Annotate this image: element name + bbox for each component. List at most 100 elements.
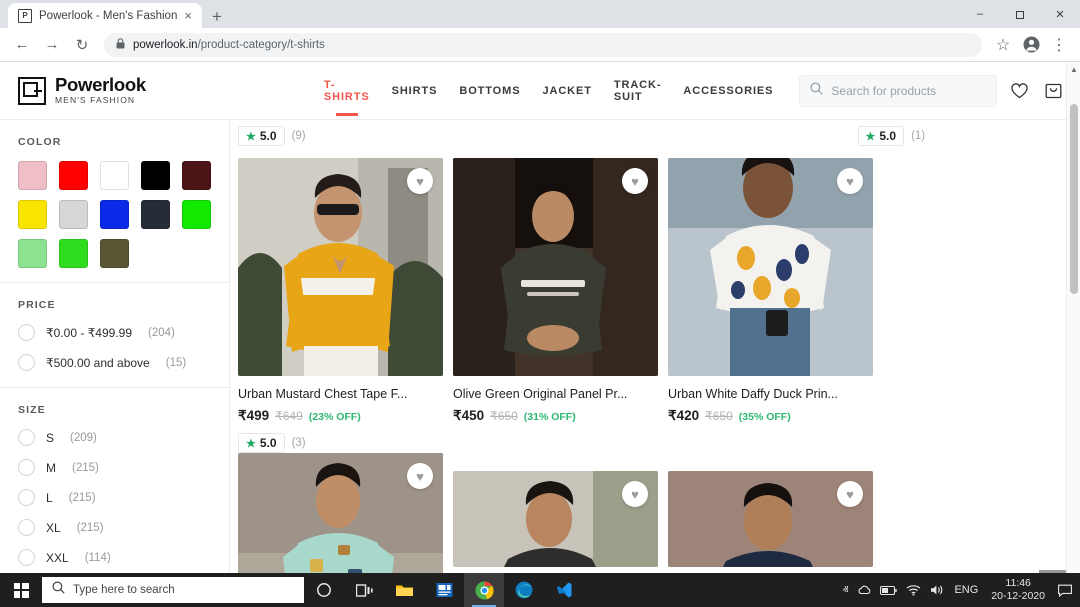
action-center-icon[interactable] — [1058, 584, 1072, 597]
product-card[interactable]: ♥ Urban Mustard Chest Tape F... ₹499 ₹64… — [238, 158, 443, 453]
rating-score: 5.0 — [259, 436, 277, 450]
start-button[interactable] — [0, 573, 42, 607]
product-price: ₹499 — [238, 408, 270, 423]
product-card[interactable]: ♥ Urban White Daffy Duck Prin... ₹420 ₹6… — [668, 158, 873, 453]
wishlist-heart-icon[interactable]: ♥ — [837, 168, 863, 194]
wishlist-heart-icon[interactable] — [1007, 76, 1031, 106]
wishlist-heart-icon[interactable]: ♥ — [622, 168, 648, 194]
product-title[interactable]: Olive Green Original Panel Pr... — [453, 387, 658, 401]
address-bar[interactable]: powerlook.in/product-category/t-shirts — [104, 32, 982, 57]
wishlist-heart-icon[interactable]: ♥ — [622, 481, 648, 507]
close-icon[interactable]: × — [184, 9, 192, 22]
rating-count: (9) — [291, 130, 306, 142]
taskbar-app-file-explorer[interactable] — [384, 573, 424, 607]
taskbar-app-task-view[interactable] — [344, 573, 384, 607]
forward-icon[interactable]: → — [38, 31, 66, 59]
color-swatch-light-green[interactable] — [18, 239, 47, 268]
volume-icon[interactable] — [930, 584, 945, 596]
nav-item-track-suit[interactable]: TRACK-SUIT — [614, 75, 662, 107]
battery-icon[interactable] — [880, 585, 898, 596]
product-image[interactable]: ♥ — [238, 158, 443, 376]
product-card[interactable]: ♥ Olive Green Original Panel Pr... ₹450 … — [453, 158, 658, 453]
color-swatch-yellow[interactable] — [18, 200, 47, 229]
rating-count: (1) — [911, 130, 926, 142]
size-option-xxl[interactable]: XXL (114) — [18, 549, 211, 566]
browser-tab-strip: P Powerlook - Men's Fashion × + – ✕ — [0, 0, 1080, 28]
page-scrollbar[interactable]: ▲ ▼ — [1066, 62, 1080, 607]
taskbar-app-news[interactable] — [424, 573, 464, 607]
nav-item-jacket[interactable]: JACKET — [542, 81, 591, 101]
clock[interactable]: 11:46 20-12-2020 — [987, 577, 1049, 603]
taskbar-app-edge[interactable] — [504, 573, 544, 607]
maximize-button[interactable] — [1000, 0, 1040, 28]
browser-toolbar: ← → ↻ powerlook.in/product-category/t-sh… — [0, 28, 1080, 62]
menu-icon[interactable]: ⋮ — [1046, 32, 1072, 58]
close-window-button[interactable]: ✕ — [1040, 0, 1080, 28]
product-discount: (31% OFF) — [523, 411, 576, 423]
tray-chevron-up-icon[interactable]: ⱏ — [842, 583, 848, 598]
product-search-box[interactable] — [799, 74, 998, 107]
back-icon[interactable]: ← — [8, 31, 36, 59]
taskbar-search-box[interactable]: Type here to search — [42, 577, 304, 603]
product-title[interactable]: Urban White Daffy Duck Prin... — [668, 387, 873, 401]
price-option-above-500[interactable]: ₹500.00 and above (15) — [18, 354, 211, 371]
rating-badge: ★ 5.0 — [238, 433, 285, 453]
radio-icon[interactable] — [18, 519, 35, 536]
taskbar-app-vscode[interactable] — [544, 573, 584, 607]
size-option-l[interactable]: L (215) — [18, 489, 211, 506]
size-filter-block: SIZE S (209) M (215) L (215) XL (215) XX… — [0, 388, 229, 583]
wifi-icon[interactable] — [906, 584, 921, 596]
radio-icon[interactable] — [18, 429, 35, 446]
color-swatch-green[interactable] — [59, 239, 88, 268]
reload-icon[interactable]: ↻ — [68, 31, 96, 59]
color-swatch-olive[interactable] — [100, 239, 129, 268]
product-image[interactable]: ♥ — [668, 471, 873, 567]
size-option-m[interactable]: M (215) — [18, 459, 211, 476]
scrollbar-thumb[interactable] — [1070, 104, 1078, 294]
color-swatch-pink[interactable] — [18, 161, 47, 190]
radio-icon[interactable] — [18, 489, 35, 506]
wishlist-heart-icon[interactable]: ♥ — [837, 481, 863, 507]
color-filter-block: COLOR — [0, 120, 229, 283]
nav-item-bottoms[interactable]: BOTTOMS — [459, 81, 520, 101]
scrollbar-up-arrow-icon[interactable]: ▲ — [1067, 62, 1080, 76]
browser-tab[interactable]: P Powerlook - Men's Fashion × — [8, 3, 202, 28]
size-option-count: (215) — [76, 521, 104, 534]
radio-icon[interactable] — [18, 549, 35, 566]
language-indicator[interactable]: ENG — [954, 584, 978, 596]
taskbar-app-chrome[interactable] — [464, 573, 504, 607]
color-swatch-white[interactable] — [100, 161, 129, 190]
nav-item-tshirts[interactable]: T-SHIRTS — [324, 75, 370, 107]
taskbar-app-cortana[interactable] — [304, 573, 344, 607]
product-original-price: ₹650 — [705, 409, 733, 423]
new-tab-button[interactable]: + — [202, 8, 232, 28]
radio-icon[interactable] — [18, 324, 35, 341]
color-swatch-red[interactable] — [59, 161, 88, 190]
bookmark-star-icon[interactable]: ☆ — [990, 32, 1016, 58]
size-option-xl[interactable]: XL (215) — [18, 519, 211, 536]
profile-avatar-icon[interactable] — [1018, 32, 1044, 58]
color-swatch-bright-green[interactable] — [182, 200, 211, 229]
product-image[interactable]: ♥ — [668, 158, 873, 376]
nav-item-shirts[interactable]: SHIRTS — [392, 81, 438, 101]
site-logo[interactable]: Powerlook MEN'S FASHION — [18, 75, 146, 105]
price-option-under-500[interactable]: ₹0.00 - ₹499.99 (204) — [18, 324, 211, 341]
color-swatch-maroon[interactable] — [182, 161, 211, 190]
wishlist-heart-icon[interactable]: ♥ — [407, 463, 433, 489]
product-title[interactable]: Urban Mustard Chest Tape F... — [238, 387, 443, 401]
nav-item-accessories[interactable]: ACCESSORIES — [683, 81, 773, 101]
minimize-button[interactable]: – — [960, 0, 1000, 28]
size-option-s[interactable]: S (209) — [18, 429, 211, 446]
color-swatch-blue[interactable] — [100, 200, 129, 229]
cart-bag-icon[interactable] — [1042, 76, 1066, 106]
radio-icon[interactable] — [18, 354, 35, 371]
product-image[interactable]: ♥ — [453, 471, 658, 567]
radio-icon[interactable] — [18, 459, 35, 476]
color-swatch-black[interactable] — [141, 161, 170, 190]
onedrive-icon[interactable] — [857, 584, 871, 596]
search-input[interactable] — [831, 83, 987, 98]
product-image[interactable]: ♥ — [453, 158, 658, 376]
color-swatch-navy[interactable] — [141, 200, 170, 229]
wishlist-heart-icon[interactable]: ♥ — [407, 168, 433, 194]
color-swatch-light-grey[interactable] — [59, 200, 88, 229]
